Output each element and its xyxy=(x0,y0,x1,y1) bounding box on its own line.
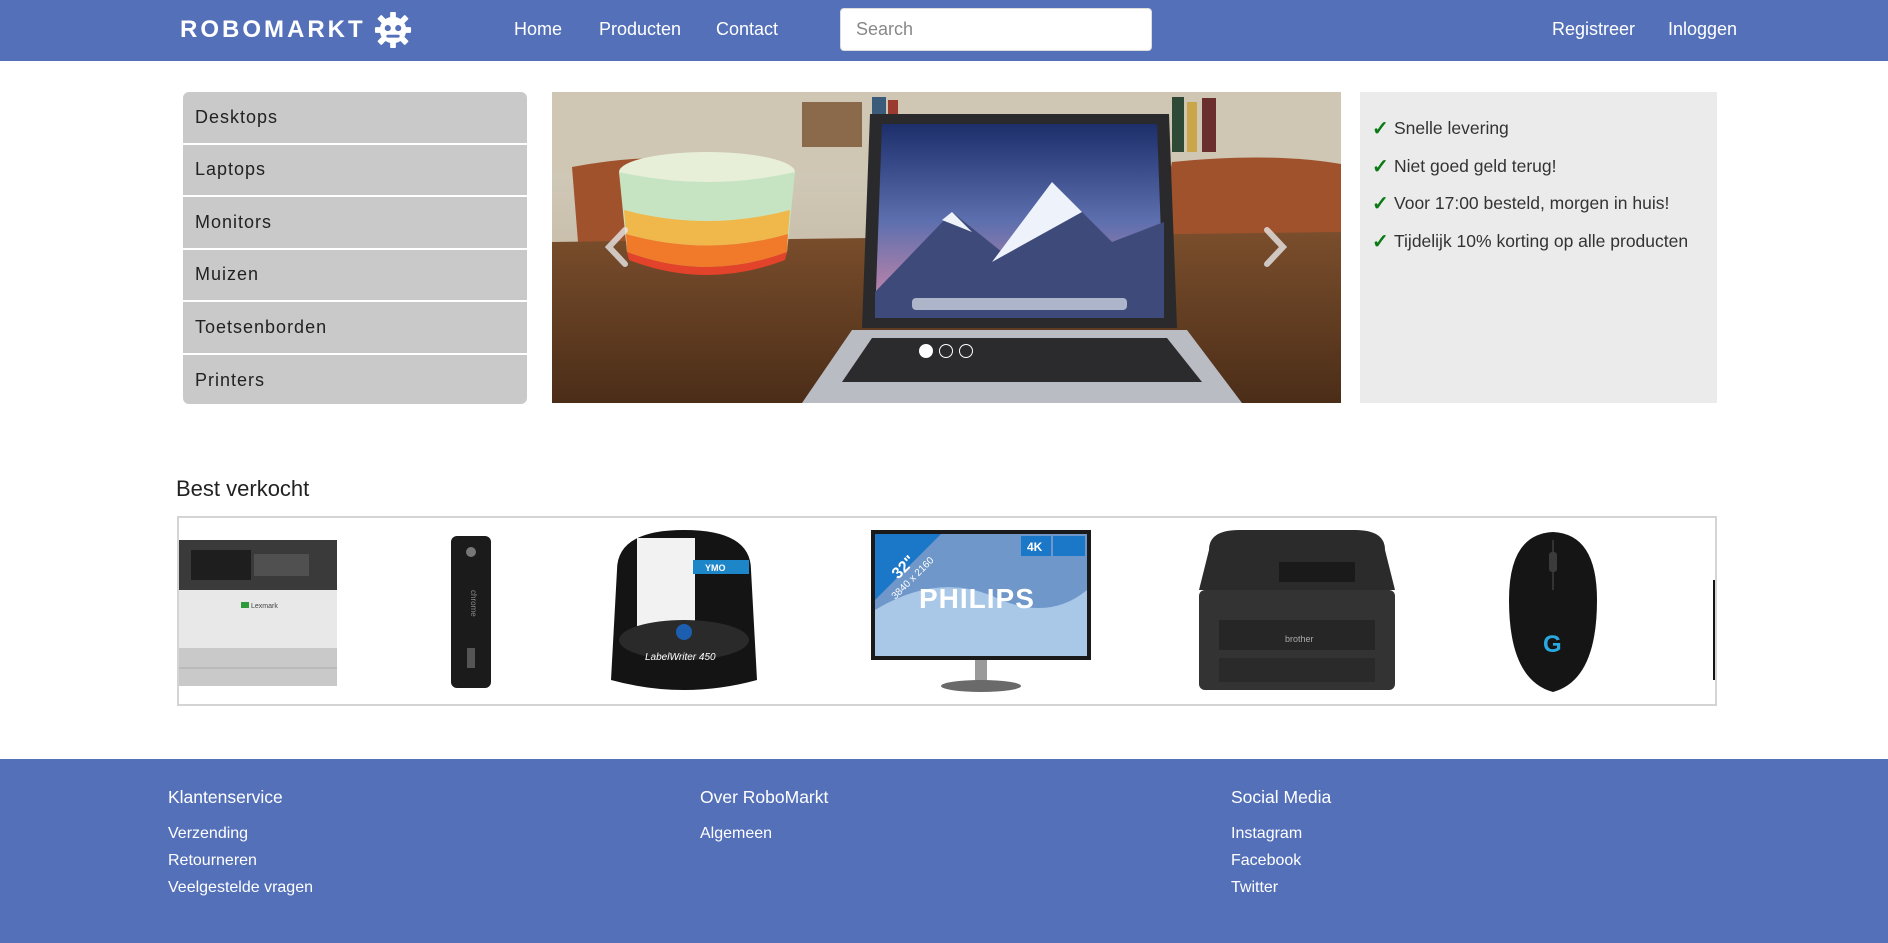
sidebar-item-laptops[interactable]: Laptops xyxy=(183,144,527,195)
logo-text: ROBOMARKT xyxy=(180,16,366,43)
footer: Klantenservice Verzending Retourneren Ve… xyxy=(0,759,1888,943)
logo[interactable]: ROBOMARKT xyxy=(180,11,412,49)
product-printer-lexmark[interactable]: Lexmark xyxy=(179,530,339,690)
chevron-right-icon[interactable] xyxy=(1255,222,1295,272)
usp-item: ✓ Tijdelijk 10% korting op alle producte… xyxy=(1372,223,1717,261)
product-brand-label: LabelWriter 450 xyxy=(645,652,716,663)
carousel-dot-1[interactable] xyxy=(919,344,933,358)
search-input[interactable] xyxy=(840,8,1152,51)
footer-link-facebook[interactable]: Facebook xyxy=(1231,852,1331,870)
footer-link-verzending[interactable]: Verzending xyxy=(168,825,313,843)
login-link[interactable]: Inloggen xyxy=(1668,19,1737,40)
product-philips-monitor[interactable]: 32" 3840 x 2160 4K PHILIPS xyxy=(871,530,1091,694)
footer-link-instagram[interactable]: Instagram xyxy=(1231,825,1331,843)
svg-text:YMO: YMO xyxy=(705,563,726,573)
checkmark-icon: ✓ xyxy=(1372,230,1389,253)
usp-item: ✓ Snelle levering xyxy=(1372,110,1717,148)
sidebar-item-desktops[interactable]: Desktops xyxy=(183,92,527,143)
best-sold-heading: Best verkocht xyxy=(176,476,310,501)
usp-text: Snelle levering xyxy=(1394,118,1509,139)
sidebar-item-printers[interactable]: Printers xyxy=(183,354,527,404)
footer-link-faq[interactable]: Veelgestelde vragen xyxy=(168,879,313,897)
usp-text: Voor 17:00 besteld, morgen in huis! xyxy=(1394,193,1670,214)
footer-column-over: Over RoboMarkt Algemeen xyxy=(700,787,828,852)
category-sidebar: Desktops Laptops Monitors Muizen Toetsen… xyxy=(183,92,527,404)
sidebar-item-muizen[interactable]: Muizen xyxy=(183,249,527,300)
hero-carousel[interactable] xyxy=(552,92,1341,403)
footer-title: Over RoboMarkt xyxy=(700,787,829,807)
usp-panel: ✓ Snelle levering ✓ Niet goed geld terug… xyxy=(1360,92,1717,403)
product-dymo-labelwriter[interactable]: YMO LabelWriter 450 xyxy=(607,530,761,694)
product-brother-printer[interactable]: brother xyxy=(1199,530,1395,696)
usp-text: Tijdelijk 10% korting op alle producten xyxy=(1394,230,1689,251)
footer-column-klantenservice: Klantenservice Verzending Retourneren Ve… xyxy=(168,787,313,906)
checkmark-icon: ✓ xyxy=(1372,193,1389,216)
product-brand-label: chrome xyxy=(469,590,478,617)
best-sold-strip: Lexmark chrome YMO LabelWriter 450 32" 3… xyxy=(177,516,1717,706)
footer-title: Klantenservice xyxy=(168,787,283,807)
sidebar-item-monitors[interactable]: Monitors xyxy=(183,197,527,248)
product-asus-chromebit[interactable]: chrome xyxy=(451,530,491,690)
footer-link-twitter[interactable]: Twitter xyxy=(1231,879,1331,897)
product-partial[interactable] xyxy=(1711,530,1717,696)
nav-home[interactable]: Home xyxy=(514,19,562,40)
footer-link-algemeen[interactable]: Algemeen xyxy=(700,825,828,843)
checkmark-icon: ✓ xyxy=(1372,118,1389,141)
checkmark-icon: ✓ xyxy=(1372,155,1389,178)
usp-item: ✓ Voor 17:00 besteld, morgen in huis! xyxy=(1372,185,1717,223)
carousel-indicators xyxy=(919,344,973,358)
product-logitech-mouse[interactable]: G xyxy=(1507,530,1599,696)
nav-contact[interactable]: Contact xyxy=(716,19,778,40)
sidebar-item-toetsenborden[interactable]: Toetsenborden xyxy=(183,302,527,353)
robot-gear-icon xyxy=(374,11,411,49)
carousel-dot-2[interactable] xyxy=(939,344,953,358)
top-navbar: ROBOMARKT Home Producten Contact Registr… xyxy=(0,0,1888,61)
product-brand-label: G xyxy=(1543,631,1562,658)
register-link[interactable]: Registreer xyxy=(1552,19,1635,40)
footer-column-social: Social Media Instagram Facebook Twitter xyxy=(1231,787,1331,906)
footer-title: Social Media xyxy=(1231,787,1332,807)
usp-item: ✓ Niet goed geld terug! xyxy=(1372,148,1717,186)
product-brand-label: Lexmark xyxy=(251,603,278,610)
product-badge-4k: 4K xyxy=(1027,540,1043,554)
chevron-left-icon[interactable] xyxy=(597,222,637,272)
product-brand-label: PHILIPS xyxy=(919,583,1035,614)
nav-producten[interactable]: Producten xyxy=(599,19,681,40)
carousel-dot-3[interactable] xyxy=(959,344,973,358)
usp-text: Niet goed geld terug! xyxy=(1394,155,1557,176)
footer-link-retourneren[interactable]: Retourneren xyxy=(168,852,313,870)
product-brand-label: brother xyxy=(1285,634,1314,644)
